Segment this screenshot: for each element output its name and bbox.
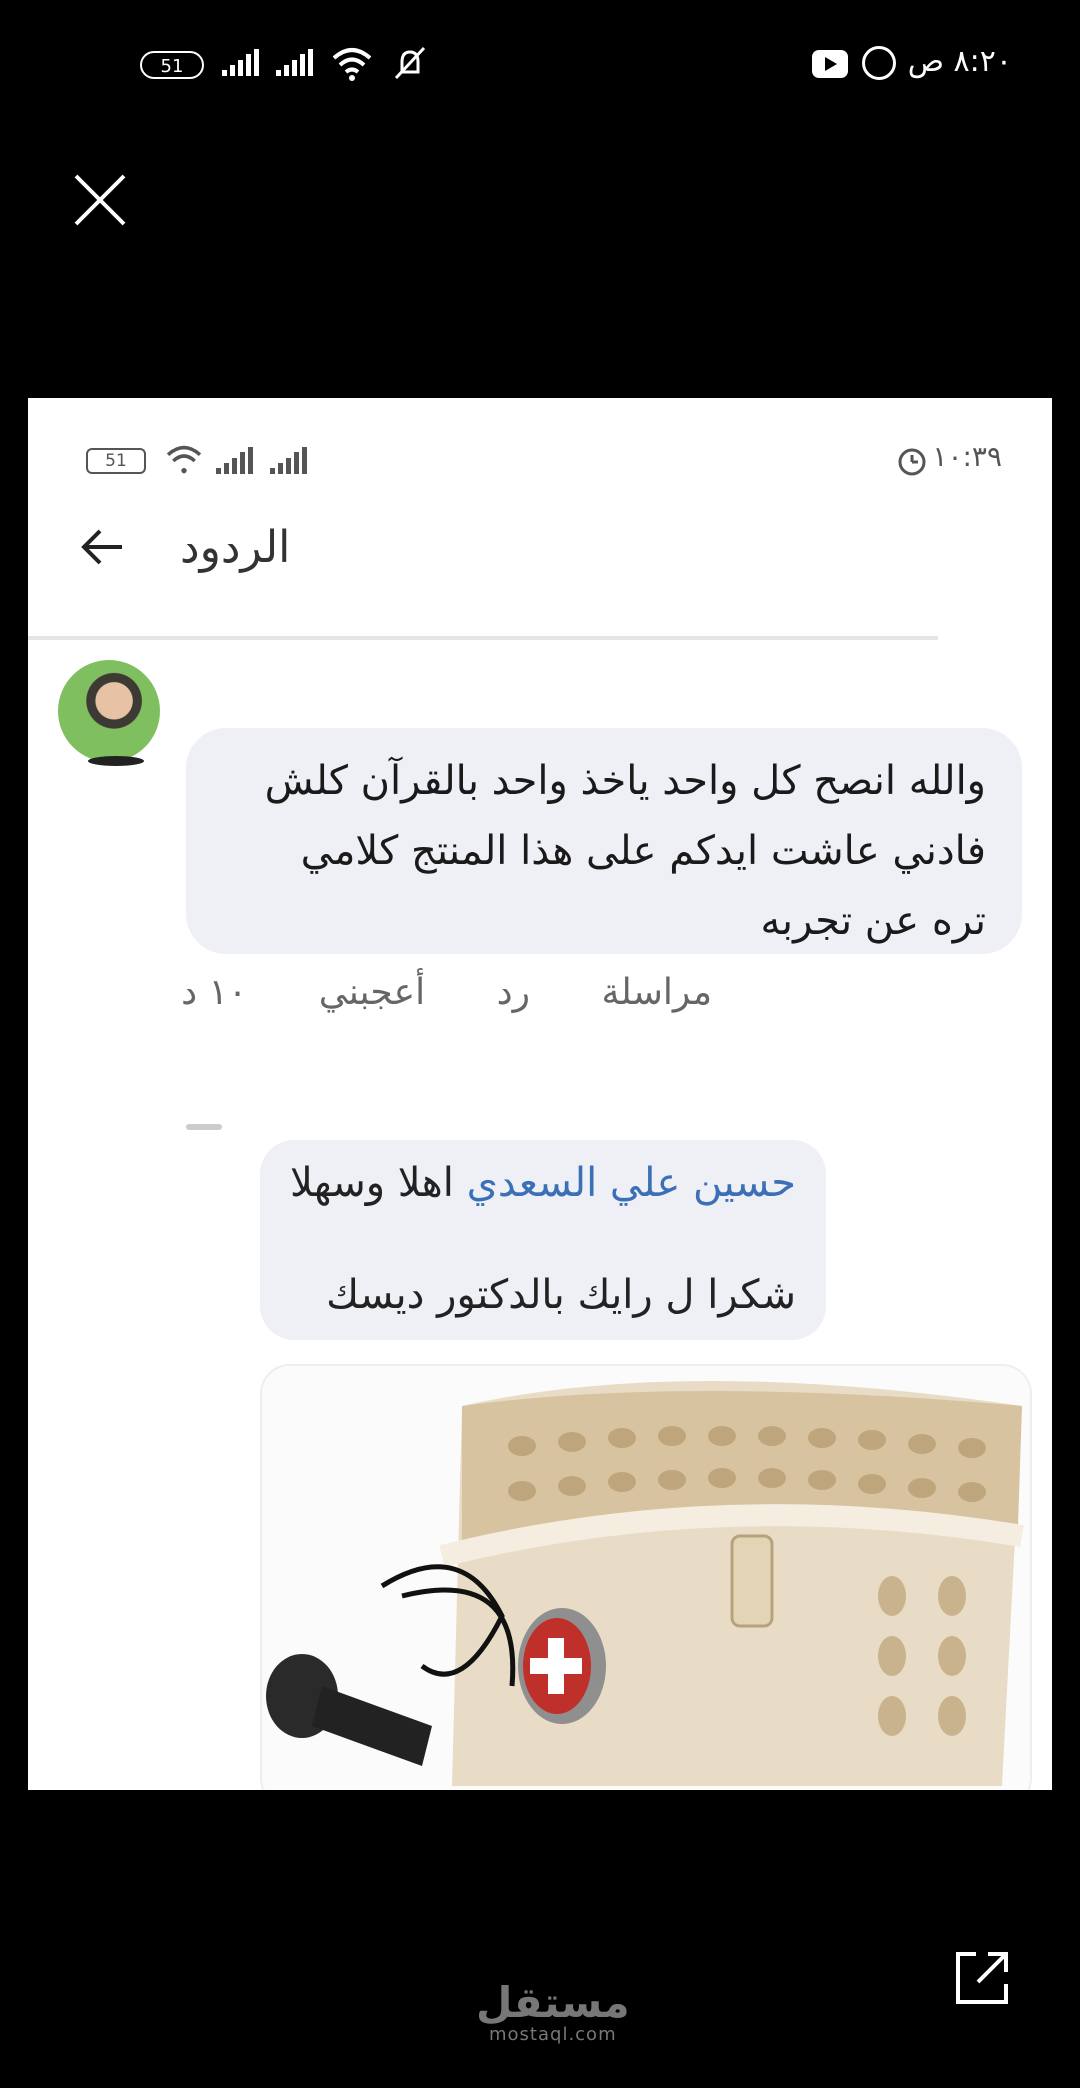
alarm-icon: [898, 448, 926, 476]
back-arrow-icon[interactable]: [78, 522, 128, 572]
avatar-badge: [88, 756, 144, 766]
avatar[interactable]: [58, 660, 160, 762]
like-button[interactable]: أعجبني: [319, 972, 425, 1013]
inner-clock: ١٠:٣٩: [932, 440, 1002, 473]
replies-header: الردود: [28, 508, 1052, 598]
mostaql-logo: مستقل mostaql.com: [476, 1978, 630, 2046]
signal-icon: [216, 447, 253, 474]
mute-icon: [394, 46, 426, 80]
back-support-belt-image: [262, 1366, 1030, 1790]
reply-bubble: حسين علي السعدي اهلا وسهلا شكرا ل رايك ب…: [260, 1140, 826, 1340]
comment-line: تره عن تجربه: [760, 898, 986, 944]
notification-icon: [862, 46, 896, 80]
comment-line: فادني عاشت ايدكم على هذا المنتج كلامي: [300, 828, 986, 874]
signal-icon: [276, 49, 313, 76]
logo-latin: mostaql.com: [489, 2024, 617, 2045]
message-button[interactable]: مراسلة: [601, 972, 712, 1013]
product-image[interactable]: [260, 1364, 1032, 1790]
reply-greeting: اهلا وسهلا: [289, 1160, 467, 1206]
comment-time: ١٠ د: [181, 972, 248, 1013]
comment-line: والله انصح كل واحد ياخذ واحد بالقرآن كلش: [264, 758, 986, 804]
wifi-icon: [166, 445, 202, 474]
reply-button[interactable]: رد: [497, 972, 530, 1013]
share-icon[interactable]: [950, 1946, 1014, 2010]
reply-indicator: [186, 1124, 222, 1130]
inner-status-bar: 51 ١٠:٣٩: [28, 438, 1052, 478]
youtube-icon: [812, 50, 848, 78]
battery-indicator: 51: [140, 51, 204, 79]
clock: ٨:٢٠ ص: [907, 44, 1012, 79]
comment-text: والله انصح كل واحد ياخذ واحد بالقرآن كلش…: [226, 746, 986, 956]
reply-line-2: شكرا ل رايك بالدكتور ديسك: [326, 1272, 796, 1318]
comment-actions: مراسلة رد أعجبني ١٠ د: [121, 972, 712, 1013]
logo-arabic: مستقل: [476, 1978, 630, 2027]
wifi-icon: [332, 48, 372, 81]
comment-bubble: والله انصح كل واحد ياخذ واحد بالقرآن كلش…: [186, 728, 1022, 954]
screenshot-image: 51 ١٠:٣٩ الردود والله انصح كل واحد ياخذ …: [28, 398, 1052, 1790]
signal-icon: [270, 447, 307, 474]
reply-line-1: حسين علي السعدي اهلا وسهلا: [290, 1160, 796, 1206]
divider: [28, 636, 938, 640]
mention-link[interactable]: حسين علي السعدي: [467, 1160, 796, 1206]
page-title: الردود: [180, 522, 291, 573]
close-icon[interactable]: [72, 172, 128, 228]
status-bar: 51 ٨:٢٠ ص: [0, 40, 1080, 90]
inner-battery: 51: [86, 448, 146, 474]
signal-icon: [222, 49, 259, 76]
